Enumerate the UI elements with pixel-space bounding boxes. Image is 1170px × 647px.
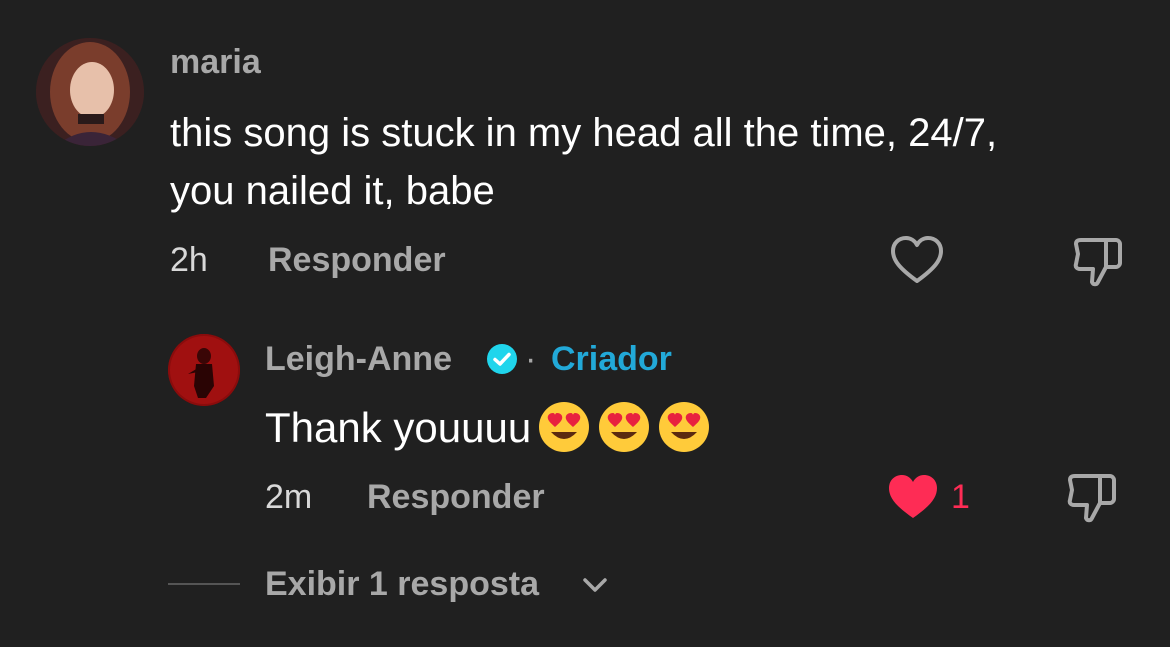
reply-text-row: Thank youuuu (265, 400, 711, 455)
reply-text: Thank youuuu (265, 404, 532, 451)
heart-outline-icon[interactable] (889, 234, 945, 286)
comment-username[interactable]: maria (170, 42, 261, 82)
chevron-down-icon[interactable] (580, 572, 610, 598)
separator-dot: · (525, 340, 537, 378)
reply-timestamp: 2m (265, 478, 313, 516)
reply-button[interactable]: Responder (268, 240, 446, 280)
comment-text: this song is stuck in my head all the ti… (170, 111, 998, 213)
thumbs-down-outline-icon[interactable] (1062, 470, 1120, 526)
creator-avatar[interactable] (168, 334, 240, 406)
creator-badge: Criador (551, 340, 672, 378)
avatar-image (36, 38, 144, 146)
avatar-image (168, 334, 240, 406)
creator-username[interactable]: Leigh-Anne (265, 338, 452, 380)
heart-eyes-emoji (597, 400, 651, 454)
heart-filled-icon[interactable] (886, 472, 940, 522)
heart-eyes-emoji (537, 400, 591, 454)
user-avatar[interactable] (36, 38, 144, 146)
divider-line (168, 583, 240, 585)
thumbs-down-outline-icon[interactable] (1068, 234, 1126, 290)
heart-eyes-emoji (657, 400, 711, 454)
like-count: 1 (951, 478, 970, 516)
verified-check-icon (486, 343, 518, 375)
view-replies-button[interactable]: Exibir 1 resposta (265, 563, 539, 605)
reply-button[interactable]: Responder (367, 477, 545, 517)
comment-timestamp: 2h (170, 241, 208, 279)
